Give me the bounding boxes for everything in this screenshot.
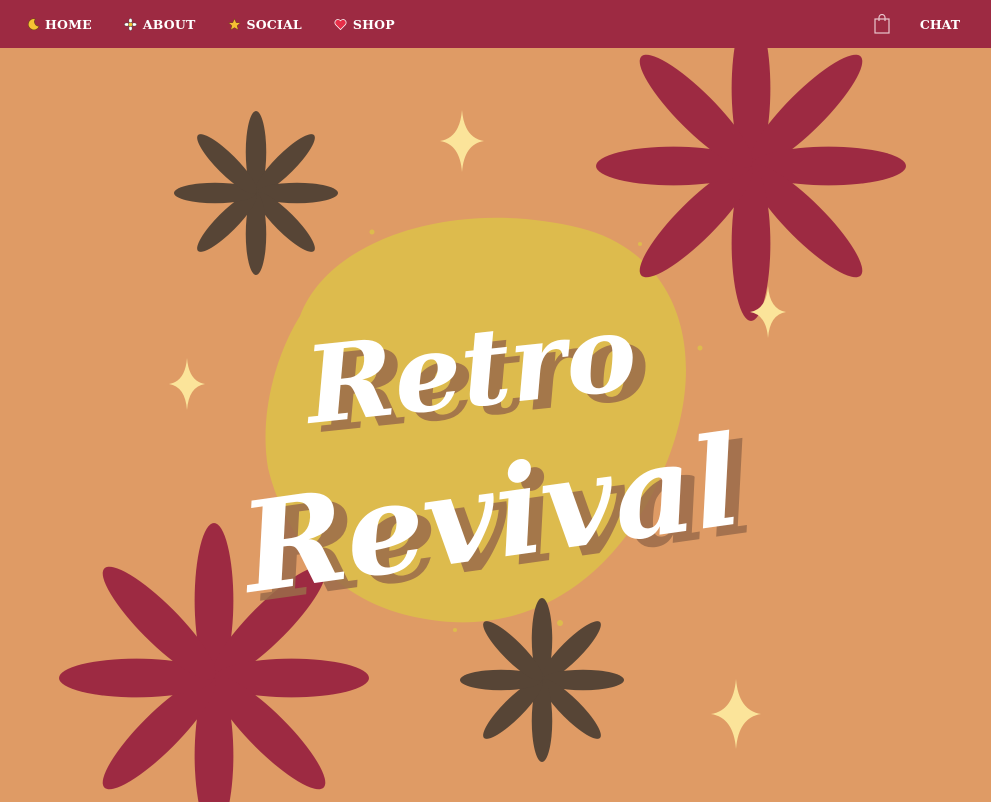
nav-actions: CHAT [874, 14, 960, 34]
shopping-bag-icon[interactable] [874, 14, 890, 34]
flower-brown-bottom-center [460, 598, 624, 762]
sparkle-top-center [440, 110, 484, 172]
nav-item-shop-label: SHOP [352, 16, 395, 32]
flower-brown-top-left [174, 111, 338, 275]
daisy-flower-icon [124, 17, 138, 31]
sparkle-bottom-right [711, 679, 761, 749]
nav-item-about-label: ABOUT [142, 16, 196, 32]
nav-item-shop[interactable]: SHOP [334, 17, 395, 32]
nav-item-social-label: SOCIAL [246, 16, 302, 32]
nav-links: HOME ABOUT SOCIAL SHOP [26, 17, 427, 32]
nav-item-home-label: HOME [45, 16, 92, 32]
nav-item-about[interactable]: ABOUT [124, 17, 196, 32]
top-navigation-bar: HOME ABOUT SOCIAL SHOP CHAT [0, 0, 991, 48]
crescent-moon-icon [26, 17, 40, 31]
star-icon [227, 17, 241, 31]
nav-item-social[interactable]: SOCIAL [227, 16, 302, 32]
nav-item-home[interactable]: HOME [26, 17, 92, 32]
sparkle-left [169, 358, 205, 410]
hero-banner: Retro Retro Revival Revival [0, 48, 991, 802]
heart-icon [334, 17, 348, 31]
chat-link[interactable]: CHAT [920, 17, 960, 32]
